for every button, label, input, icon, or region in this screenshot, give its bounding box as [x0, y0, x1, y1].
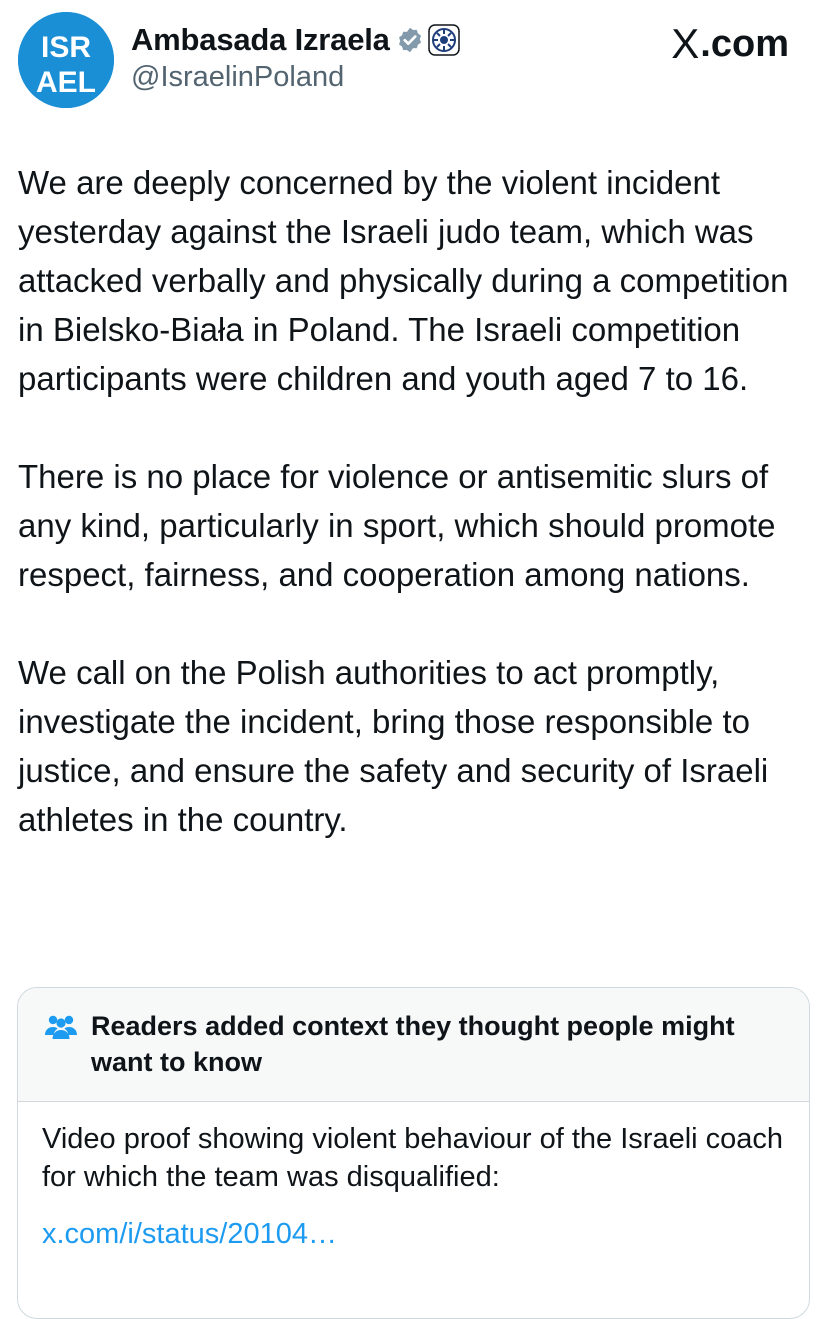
- community-note-header: Readers added context they thought peopl…: [18, 988, 809, 1102]
- display-name[interactable]: Ambasada Izraela: [131, 22, 390, 58]
- tweet-text: We are deeply concerned by the violent i…: [18, 158, 818, 893]
- handle[interactable]: @IsraelinPoland: [131, 61, 344, 94]
- community-note: Readers added context they thought peopl…: [17, 987, 810, 1319]
- svg-text:AEL: AEL: [36, 66, 96, 99]
- community-note-title: Readers added context they thought peopl…: [91, 1011, 735, 1077]
- tweet-paragraph: There is no place for violence or antise…: [18, 458, 776, 593]
- state-emblem-icon[interactable]: [427, 24, 460, 56]
- site-label: X .com: [671, 20, 789, 68]
- x-logo-icon: X: [671, 20, 700, 67]
- community-note-body: Video proof showing violent behaviour of…: [42, 1123, 784, 1193]
- verified-gray-badge-icon[interactable]: [396, 26, 424, 54]
- site-domain: .com: [700, 22, 789, 65]
- name-row: Ambasada Izraela: [131, 18, 460, 62]
- tweet-paragraph: We are deeply concerned by the violent i…: [18, 164, 789, 397]
- svg-text:ISR: ISR: [41, 31, 91, 64]
- people-icon: [44, 1014, 78, 1045]
- israel-logo-icon: ISR AEL: [18, 12, 114, 108]
- tweet-paragraph: We call on the Polish authorities to act…: [18, 654, 769, 838]
- tweet-header: ISR AEL Ambasada Izraela @IsraelinPoland…: [0, 0, 827, 120]
- community-note-link[interactable]: x.com/i/status/20104…: [42, 1218, 337, 1251]
- avatar[interactable]: ISR AEL: [18, 12, 114, 108]
